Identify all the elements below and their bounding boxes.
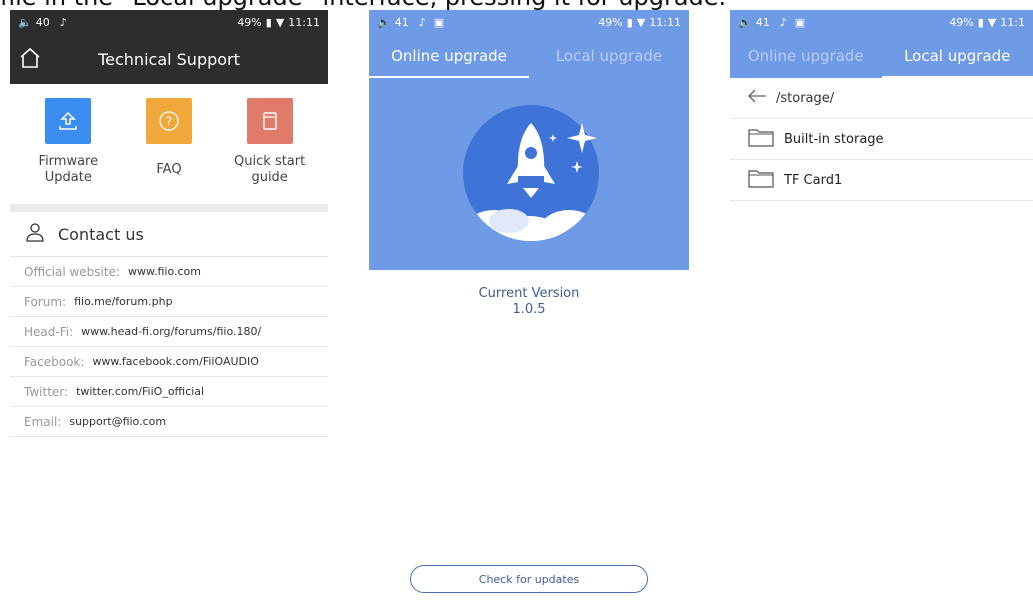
version-label: Current Version: [478, 286, 580, 301]
quick-start-line2: guide: [251, 170, 288, 185]
folder-row[interactable]: Built-in storage: [730, 119, 1033, 160]
local-upgrade-screen: 🔈 41 ♪ ▣ 49% ▮ ▼ 11:1 Online upgrade Loc…: [730, 10, 1033, 210]
home-icon[interactable]: [18, 46, 42, 70]
contact-row-twitter[interactable]: Twitter: twitter.com/FiiO_official: [10, 377, 328, 407]
contact-row-facebook[interactable]: Facebook: www.facebook.com/FiiOAUDIO: [10, 347, 328, 377]
folder-row[interactable]: TF Card1: [730, 160, 1033, 201]
battery-level: 49%: [598, 15, 623, 29]
contact-row-website[interactable]: Official website: www.fiio.com: [10, 257, 328, 287]
faq-label: FAQ: [156, 162, 182, 177]
contact-row-headfi[interactable]: Head-Fi: www.head-fi.org/forums/fiio.180…: [10, 317, 328, 347]
contact-key: Twitter:: [24, 384, 69, 399]
contact-value[interactable]: twitter.com/FiiO_official: [76, 385, 204, 398]
firmware-update-tile[interactable]: Firmware Update: [18, 98, 118, 204]
contact-key: Forum:: [24, 294, 67, 309]
contact-key: Email:: [24, 414, 62, 429]
volume-level: 40: [35, 15, 50, 29]
status-bar: 🔈 40 ♪ 49% ▮ ▼ 11:11: [10, 10, 328, 34]
firmware-label-line2: Update: [44, 170, 92, 185]
image-icon: ▣: [433, 15, 445, 29]
current-version: Current Version 1.0.5: [369, 286, 689, 318]
status-bar: 🔈 41 ♪ ▣ 49% ▮ ▼ 11:11: [369, 10, 689, 34]
book-icon[interactable]: [246, 98, 293, 144]
rocket-icon: [463, 105, 599, 241]
upload-icon[interactable]: [45, 98, 92, 144]
firmware-update-label: Firmware Update: [39, 154, 99, 186]
upgrade-tabs: Online upgrade Local upgrade: [369, 34, 689, 78]
clock: 11:11: [649, 15, 681, 29]
contact-value[interactable]: www.fiio.com: [128, 265, 201, 278]
upgrade-tabs: Online upgrade Local upgrade: [730, 34, 1033, 78]
wifi-icon: ▼: [987, 15, 997, 29]
contact-key: Head-Fi:: [24, 324, 74, 339]
battery-icon: ▮: [265, 15, 272, 29]
contact-row-forum[interactable]: Forum: fiio.me/forum.php: [10, 287, 328, 317]
clock: 11:1: [1000, 15, 1025, 29]
tab-local-upgrade[interactable]: Local upgrade: [529, 34, 689, 78]
music-note-icon: ♪: [59, 15, 67, 29]
folder-name: TF Card1: [784, 172, 843, 188]
folder-icon: [748, 127, 774, 151]
contact-key: Official website:: [24, 264, 121, 279]
section-divider: [10, 204, 328, 212]
current-path: /storage/: [776, 90, 835, 106]
volume-level: 41: [755, 15, 770, 29]
technical-support-screen: 🔈 40 ♪ 49% ▮ ▼ 11:11 Technical Support F…: [10, 10, 328, 460]
quick-start-guide-tile[interactable]: Quick start guide: [220, 98, 320, 204]
app-bar: Technical Support: [10, 34, 328, 84]
wifi-icon: ▼: [636, 15, 646, 29]
tab-local-upgrade[interactable]: Local upgrade: [881, 34, 1033, 78]
page-title: Technical Support: [98, 49, 240, 69]
version-value: 1.0.5: [512, 302, 546, 317]
volume-icon: 🔈: [18, 15, 32, 29]
tab-online-upgrade[interactable]: Online upgrade: [730, 34, 882, 78]
music-note-icon: ♪: [779, 15, 787, 29]
volume-icon: 🔈: [377, 15, 391, 29]
contact-row-email[interactable]: Email: support@fiio.com: [10, 407, 328, 437]
contact-value[interactable]: fiio.me/forum.php: [74, 295, 172, 308]
quick-start-label: Quick start guide: [234, 154, 305, 186]
contact-title: Contact us: [58, 224, 144, 244]
battery-level: 49%: [949, 15, 974, 29]
battery-level: 49%: [237, 15, 262, 29]
caption-text: file in the “Local upgrade” interface, p…: [0, 0, 1033, 10]
battery-icon: ▮: [977, 15, 984, 29]
firmware-label-line1: Firmware: [38, 154, 99, 169]
back-arrow-icon[interactable]: [746, 88, 768, 108]
music-note-icon: ♪: [418, 15, 426, 29]
contact-value[interactable]: www.head-fi.org/forums/fiio.180/: [81, 325, 261, 338]
contact-value[interactable]: support@fiio.com: [69, 415, 166, 428]
clock: 11:11: [288, 15, 320, 29]
upgrade-hero: [369, 78, 689, 270]
person-icon: [24, 221, 46, 247]
svg-text:?: ?: [166, 115, 172, 129]
check-for-updates-button[interactable]: Check for updates: [410, 565, 648, 593]
quick-start-line1: Quick start: [234, 154, 306, 169]
contact-value[interactable]: www.facebook.com/FiiOAUDIO: [92, 355, 258, 368]
path-bar: /storage/: [730, 78, 1033, 119]
contact-list: Official website: www.fiio.com Forum: fi…: [10, 257, 328, 437]
status-bar: 🔈 41 ♪ ▣ 49% ▮ ▼ 11:1: [730, 10, 1033, 34]
wifi-icon: ▼: [275, 15, 285, 29]
volume-level: 41: [394, 15, 409, 29]
faq-tile[interactable]: ? FAQ: [119, 98, 219, 204]
online-upgrade-screen: 🔈 41 ♪ ▣ 49% ▮ ▼ 11:11 Online upgrade Lo…: [369, 10, 689, 600]
contact-key: Facebook:: [24, 354, 85, 369]
volume-icon: 🔈: [738, 15, 752, 29]
folder-name: Built-in storage: [784, 131, 884, 147]
folder-icon: [748, 168, 774, 192]
tab-online-upgrade[interactable]: Online upgrade: [369, 34, 529, 78]
image-icon: ▣: [794, 15, 806, 29]
question-icon[interactable]: ?: [145, 98, 192, 144]
battery-icon: ▮: [626, 15, 633, 29]
contact-header: Contact us: [10, 212, 328, 257]
support-tiles: Firmware Update ? FAQ Quick start guide: [10, 84, 328, 204]
